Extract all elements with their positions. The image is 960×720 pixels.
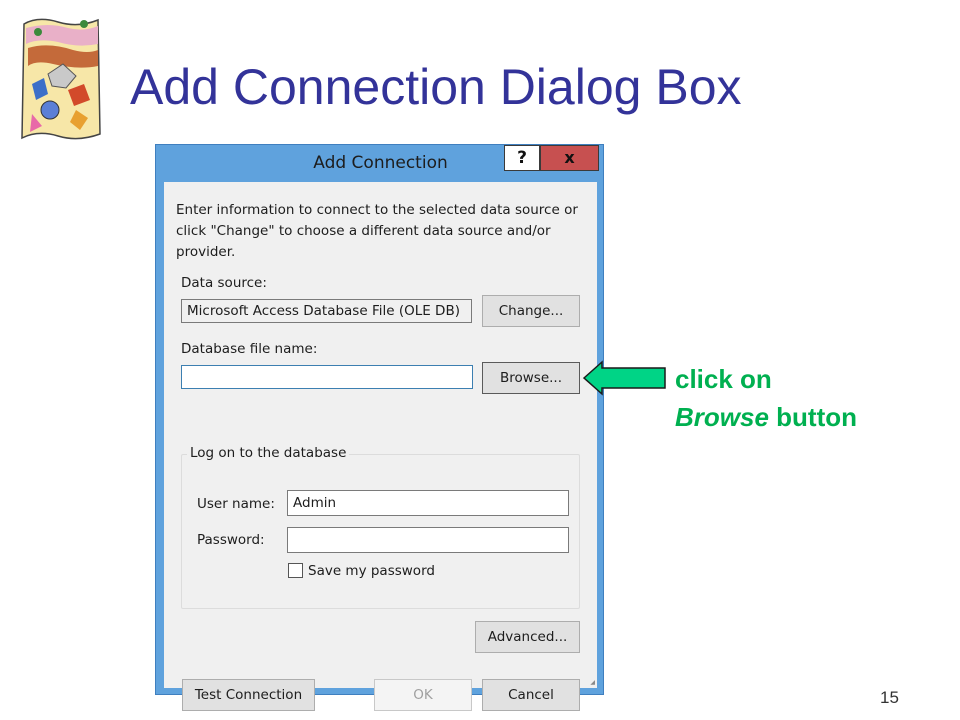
user-name-input[interactable]: Admin [287, 490, 569, 516]
password-input[interactable] [287, 527, 569, 553]
page-number: 15 [880, 688, 899, 707]
save-password-checkbox[interactable] [288, 563, 303, 578]
add-connection-dialog: Add Connection ? x Enter information to … [155, 144, 604, 711]
user-name-label: User name: [197, 496, 275, 512]
annotation-text: click on Browse button [675, 360, 857, 436]
ok-button[interactable]: OK [374, 679, 472, 711]
change-button[interactable]: Change... [482, 295, 580, 327]
resize-grip-icon[interactable]: ◢ [590, 679, 595, 686]
password-label: Password: [197, 532, 265, 548]
db-file-name-label: Database file name: [181, 341, 318, 357]
slide-title: Add Connection Dialog Box [130, 59, 742, 115]
browse-button[interactable]: Browse... [482, 362, 580, 394]
cancel-button[interactable]: Cancel [482, 679, 580, 711]
left-arrow-icon [582, 360, 666, 396]
annotation-button-word: button [768, 402, 857, 432]
db-file-name-input[interactable] [181, 365, 473, 389]
intro-text: Enter information to connect to the sele… [176, 202, 578, 260]
annotation-browse-word: Browse [675, 402, 769, 432]
help-button[interactable]: ? [504, 145, 540, 171]
dialog-body: Enter information to connect to the sele… [164, 182, 597, 711]
data-source-label: Data source: [181, 275, 267, 291]
annotation-line2: Browse button [675, 398, 857, 436]
advanced-button[interactable]: Advanced... [475, 621, 580, 653]
dialog-title: Add Connection [313, 153, 448, 173]
logon-group-label: Log on to the database [187, 445, 350, 461]
save-password-label[interactable]: Save my password [308, 563, 435, 579]
decorative-clipart-logo-icon [21, 18, 101, 140]
close-button[interactable]: x [540, 145, 599, 171]
test-connection-button[interactable]: Test Connection [182, 679, 315, 711]
annotation-line1: click on [675, 364, 772, 394]
data-source-field: Microsoft Access Database File (OLE DB) [181, 299, 472, 323]
